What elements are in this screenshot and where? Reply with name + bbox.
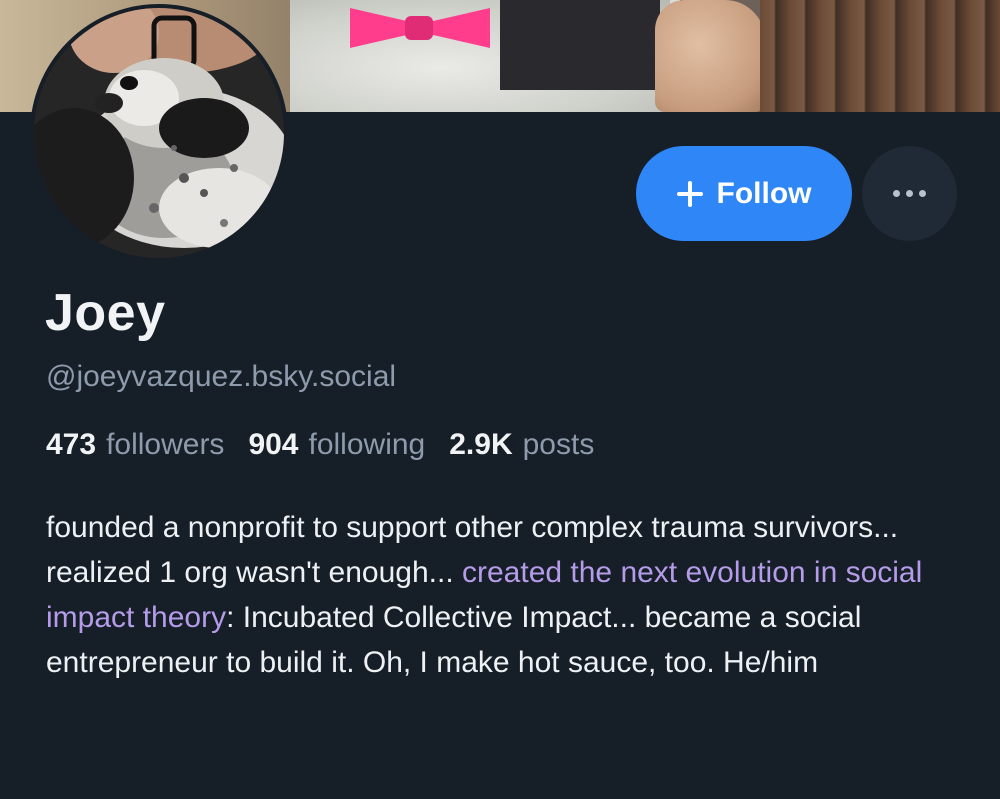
follow-button[interactable]: Follow xyxy=(636,146,852,241)
follow-button-label: Follow xyxy=(716,176,812,210)
profile-stats: 473 followers 904 following 2.9K posts xyxy=(46,428,594,462)
profile-bio: founded a nonprofit to support other com… xyxy=(46,505,946,685)
profile-handle: @joeyvazquez.bsky.social xyxy=(46,360,397,393)
profile-page: Follow Joey @joeyvazquez.bsky.social 473… xyxy=(0,0,1000,799)
display-name: Joey xyxy=(45,284,166,342)
plus-icon xyxy=(676,180,703,207)
avatar-image xyxy=(34,8,284,258)
ellipsis-icon xyxy=(893,190,900,197)
followers-link[interactable]: 473 followers xyxy=(46,428,224,462)
followers-label: followers xyxy=(106,428,225,461)
following-link[interactable]: 904 following xyxy=(248,428,425,462)
following-count: 904 xyxy=(248,428,299,461)
posts-label: posts xyxy=(522,428,595,461)
avatar[interactable] xyxy=(30,4,288,262)
followers-count: 473 xyxy=(46,428,97,461)
more-options-button[interactable] xyxy=(862,146,957,241)
following-label: following xyxy=(308,428,426,461)
posts-stat: 2.9K posts xyxy=(449,428,594,462)
posts-count: 2.9K xyxy=(449,428,513,461)
